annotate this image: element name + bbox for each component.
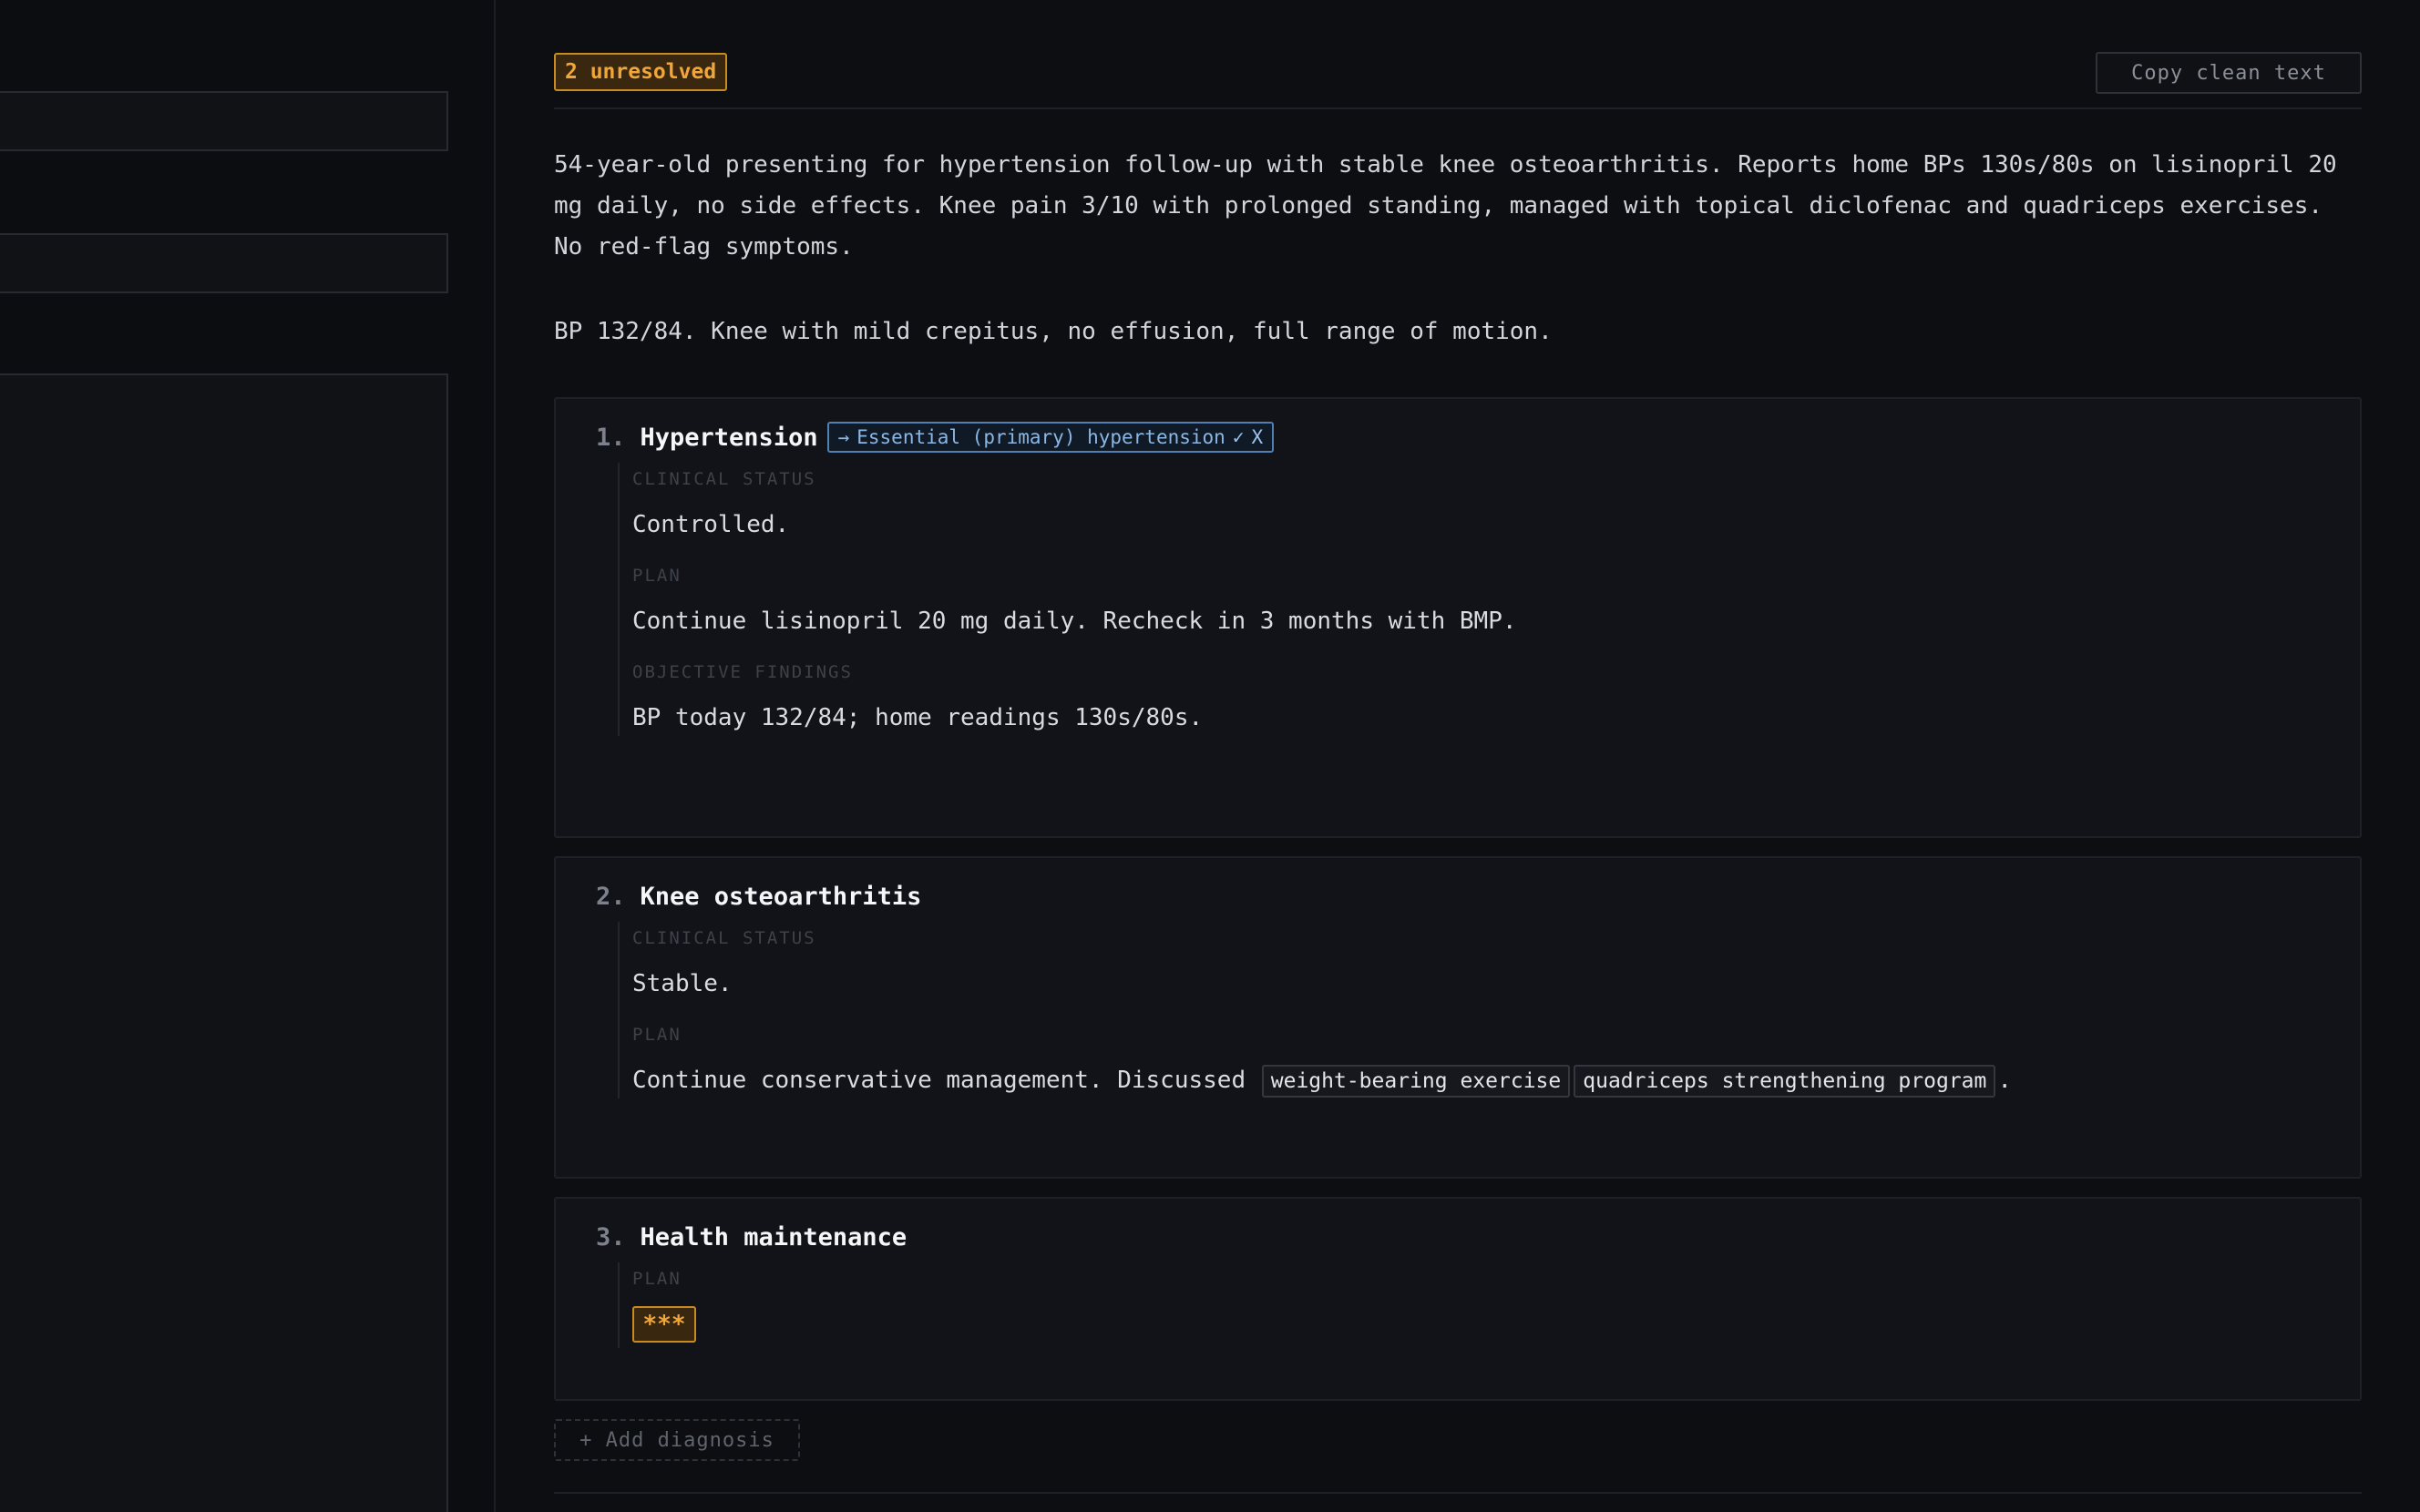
copy-clean-text-button[interactable]: Copy clean text [2096,52,2362,94]
diagnosis-number: 3. [596,1222,626,1251]
plan-text-prefix: Continue conservative management. Discus… [632,1067,1246,1094]
section-label: OBJECTIVE FINDINGS [632,662,853,682]
diagnosis-sections: CLINICAL STATUS Controlled. PLAN Continu… [618,463,1517,736]
left-input-field-1[interactable] [0,91,448,151]
code-suggestion-chip[interactable]: → Essential (primary) hypertension ✓ X [826,422,1275,453]
section-label: PLAN [632,1269,682,1289]
accept-check-icon[interactable]: ✓ [1233,424,1245,451]
section-text[interactable]: Controlled. [632,506,1517,543]
section-content: *** [632,1306,696,1348]
diagnosis-header: 1. Hypertension → Essential (primary) hy… [596,419,1275,455]
diagnosis-header: 2. Knee osteoarthritis [596,878,921,914]
section-text[interactable]: Continue conservative management. Discus… [632,1062,2012,1098]
diagnosis-number: 1. [596,423,626,452]
left-text-area[interactable] [0,373,448,1512]
code-suggestion-label: Essential (primary) hypertension [856,426,1225,448]
diagnosis-card: 3. Health maintenance PLAN *** [554,1197,2362,1401]
note-editor: 2 unresolved Copy clean text 54-year-old… [554,0,2420,1512]
diagnosis-header: 3. Health maintenance [596,1219,907,1255]
section-label: PLAN [632,1025,682,1045]
add-diagnosis-button[interactable]: + Add diagnosis [554,1419,800,1461]
section-label: PLAN [632,566,682,586]
entity-pill[interactable]: quadriceps strengthening program [1574,1064,1996,1098]
diagnosis-title[interactable]: Health maintenance [641,1223,908,1251]
left-panel [0,0,496,1512]
objective-paragraph[interactable]: BP 132/84. Knee with mild crepitus, no e… [554,312,2362,352]
section-label: CLINICAL STATUS [632,928,816,948]
diagnosis-title[interactable]: Hypertension [641,424,818,452]
section-text[interactable]: Continue lisinopril 20 mg daily. Recheck… [632,603,1517,639]
plan-text-suffix: . [1997,1067,2013,1094]
unresolved-badge[interactable]: 2 unresolved [554,53,728,91]
diagnosis-number: 2. [596,882,626,911]
note-toolbar: 2 unresolved Copy clean text [554,52,2362,109]
section-text[interactable]: Stable. [632,965,2012,1002]
divider [554,1492,2362,1494]
subjective-paragraph[interactable]: 54-year-old presenting for hypertension … [554,145,2362,268]
reject-x-icon[interactable]: X [1251,424,1263,451]
section-label: CLINICAL STATUS [632,469,816,489]
entity-pill[interactable]: weight-bearing exercise [1261,1064,1571,1098]
diagnosis-sections: CLINICAL STATUS Stable. PLAN Continue co… [618,922,2012,1098]
section-text[interactable]: BP today 132/84; home readings 130s/80s. [632,700,1517,736]
diagnosis-card: 1. Hypertension → Essential (primary) hy… [554,397,2362,838]
unresolved-placeholder[interactable]: *** [632,1306,696,1343]
arrow-right-icon: → [837,426,850,448]
left-input-field-2[interactable] [0,233,448,293]
diagnosis-sections: PLAN *** [618,1262,696,1348]
diagnosis-title[interactable]: Knee osteoarthritis [641,883,922,911]
diagnosis-card: 2. Knee osteoarthritis CLINICAL STATUS S… [554,856,2362,1179]
